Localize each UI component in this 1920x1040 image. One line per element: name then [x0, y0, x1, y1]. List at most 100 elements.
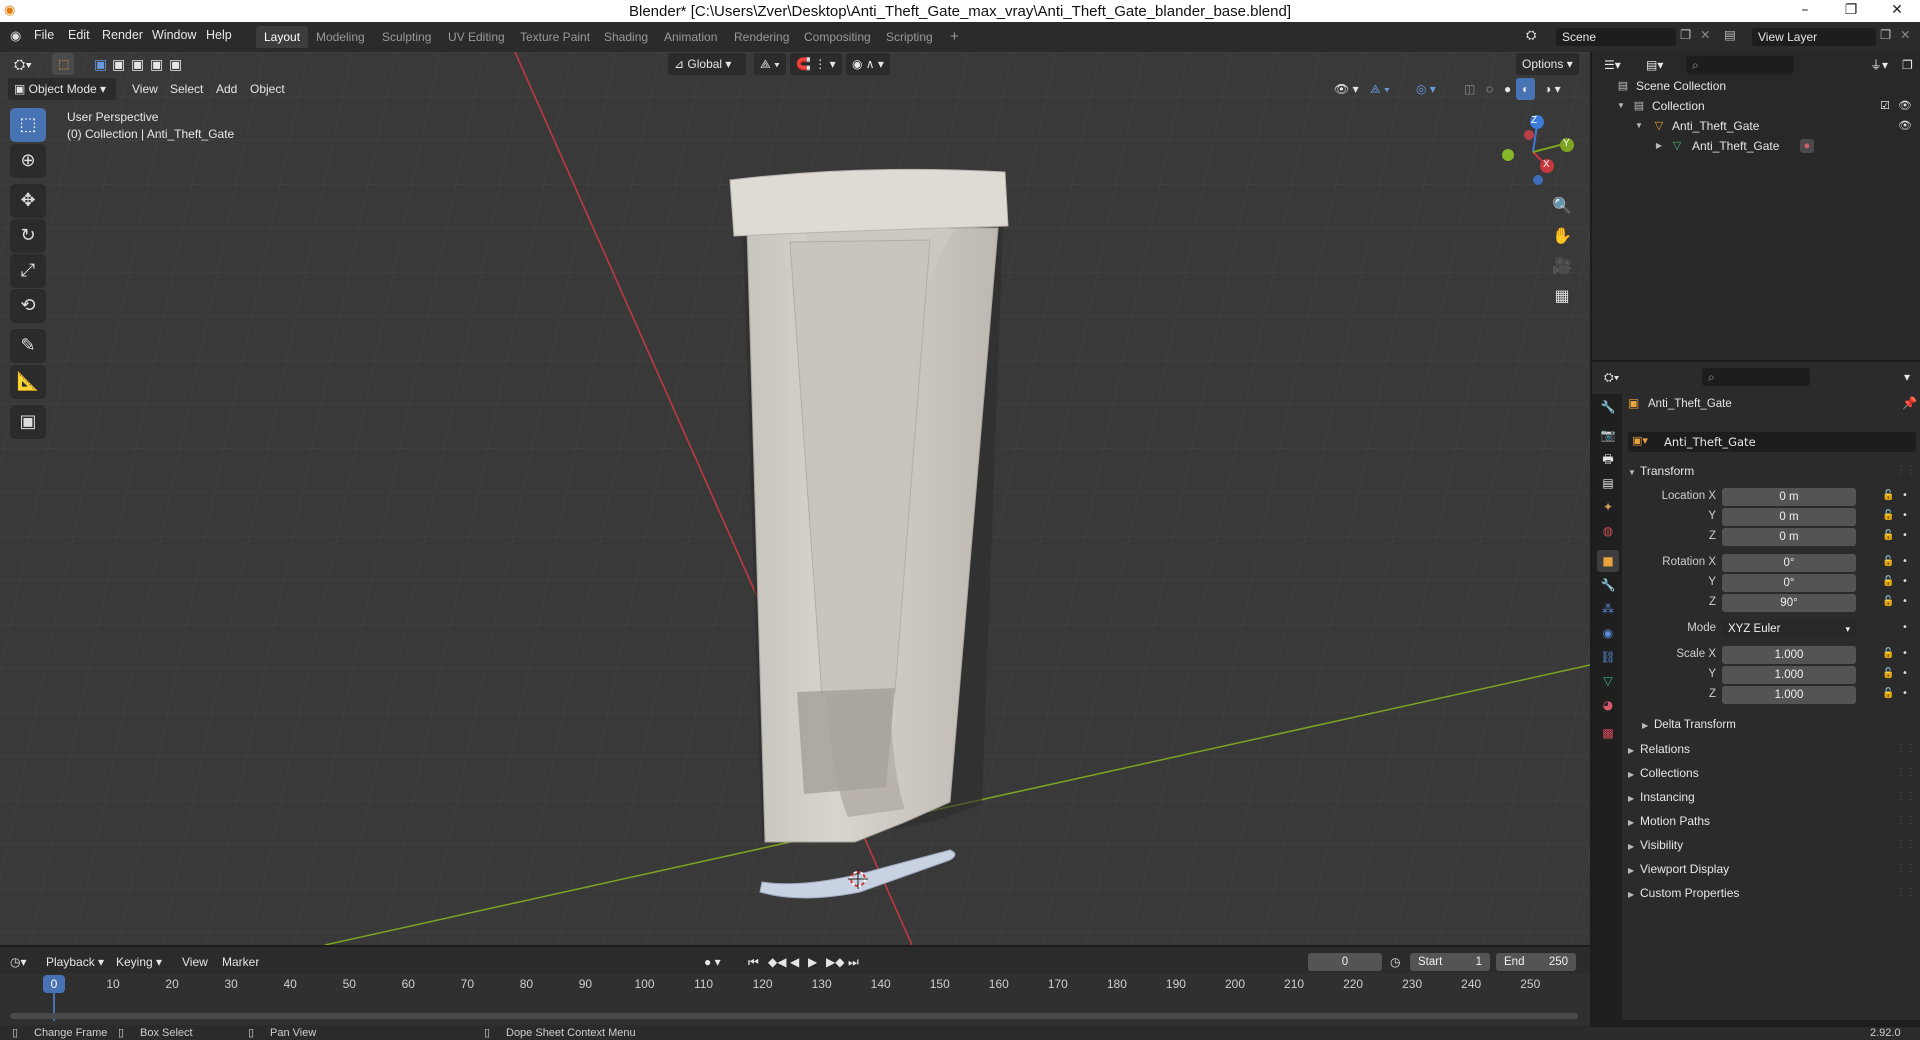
- output-tab-icon[interactable]: 🖶: [1597, 448, 1619, 470]
- scale-tool-icon[interactable]: ⤢: [10, 254, 46, 288]
- menu-view[interactable]: View: [126, 78, 164, 100]
- orientation-dropdown[interactable]: ⊿ Global ▾: [668, 53, 746, 75]
- new-scene-icon[interactable]: ❐: [1680, 27, 1691, 42]
- tab-scripting[interactable]: Scripting: [878, 26, 941, 48]
- rotation-z-field[interactable]: 90°: [1722, 594, 1856, 612]
- outliner-row-object[interactable]: ▼ ▽ Anti_Theft_Gate 👁: [1592, 116, 1920, 136]
- move-tool-icon[interactable]: ✥: [10, 184, 46, 218]
- material-preview-shading-icon[interactable]: ◐: [1516, 78, 1536, 100]
- outliner-row-mesh[interactable]: ▶ ▽ Anti_Theft_Gate ●: [1592, 136, 1920, 156]
- ortho-grid-icon[interactable]: ▦: [1548, 282, 1576, 310]
- menu-object[interactable]: Object: [244, 78, 291, 100]
- lock-icon[interactable]: 🔓: [1882, 510, 1894, 521]
- delta-transform-subpanel[interactable]: ▶ Delta Transform: [1642, 714, 1916, 736]
- zoom-icon[interactable]: 🔍: [1548, 192, 1576, 220]
- display-mode-icon[interactable]: ▤▾: [1640, 54, 1669, 76]
- scale-x-field[interactable]: 1.000: [1722, 646, 1856, 664]
- view-layer-field[interactable]: View Layer: [1752, 28, 1876, 46]
- outliner-row-scene-collection[interactable]: ▤ Scene Collection: [1592, 76, 1920, 96]
- scene-tab-icon[interactable]: ✦: [1597, 496, 1619, 518]
- keyframe-dot-icon[interactable]: •: [1902, 688, 1908, 699]
- menu-edit[interactable]: Edit: [68, 28, 90, 42]
- rotate-tool-icon[interactable]: ↻: [10, 219, 46, 253]
- menu-add[interactable]: Add: [210, 78, 243, 100]
- camera-view-icon[interactable]: 🎥: [1548, 252, 1576, 280]
- outliner-editor-type-icon[interactable]: ☰▾: [1598, 54, 1627, 76]
- keyframe-dot-icon[interactable]: •: [1902, 648, 1908, 659]
- solid-shading-icon[interactable]: ●: [1498, 78, 1517, 100]
- blender-menu-icon[interactable]: ◉: [10, 28, 21, 44]
- render-tab-icon[interactable]: 📷: [1597, 424, 1619, 446]
- expand-arrow-icon[interactable]: ▼: [1632, 119, 1646, 133]
- pan-hand-icon[interactable]: ✋: [1548, 222, 1576, 250]
- delete-scene-icon[interactable]: ✕: [1700, 27, 1710, 42]
- visibility-panel-header[interactable]: ▶ Visibility ⋮⋮: [1628, 834, 1916, 856]
- visibility-eye-icon[interactable]: 👁: [1898, 99, 1912, 113]
- keyframe-dot-icon[interactable]: •: [1902, 622, 1908, 633]
- keyframe-dot-icon[interactable]: •: [1902, 490, 1908, 501]
- cursor-tool-icon[interactable]: ⊕: [10, 144, 46, 178]
- properties-search-input[interactable]: ⌕: [1702, 368, 1810, 386]
- keyframe-dot-icon[interactable]: •: [1902, 596, 1908, 607]
- menu-timeline-view[interactable]: View: [182, 953, 208, 971]
- tab-compositing[interactable]: Compositing: [796, 26, 879, 48]
- visibility-selectability-icon[interactable]: 👁 ▾: [1328, 78, 1365, 100]
- tab-modeling[interactable]: Modeling: [308, 26, 373, 48]
- drag-grip-icon[interactable]: ⋮⋮: [1896, 810, 1916, 832]
- lock-icon[interactable]: 🔓: [1882, 576, 1894, 587]
- tab-shading[interactable]: Shading: [596, 26, 656, 48]
- keyframe-dot-icon[interactable]: •: [1902, 530, 1908, 541]
- drag-grip-icon[interactable]: ⋮⋮: [1896, 762, 1916, 784]
- scale-z-field[interactable]: 1.000: [1722, 686, 1856, 704]
- scene-field[interactable]: Scene: [1556, 28, 1676, 46]
- object-tab-icon[interactable]: ■: [1597, 550, 1619, 572]
- menu-help[interactable]: Help: [206, 28, 232, 42]
- jump-end-icon[interactable]: ⏭: [848, 953, 859, 971]
- rotation-x-field[interactable]: 0°: [1722, 554, 1856, 572]
- tab-uv-editing[interactable]: UV Editing: [440, 26, 513, 48]
- new-collection-icon[interactable]: ❐: [1896, 54, 1919, 76]
- collapse-arrow-icon[interactable]: ▶: [1652, 139, 1666, 153]
- keyframe-dot-icon[interactable]: •: [1902, 556, 1908, 567]
- menu-select[interactable]: Select: [164, 78, 209, 100]
- drag-grip-icon[interactable]: ⋮⋮: [1896, 882, 1916, 904]
- scale-y-field[interactable]: 1.000: [1722, 666, 1856, 684]
- play-icon[interactable]: ▶: [808, 953, 817, 971]
- lock-icon[interactable]: 🔓: [1882, 668, 1894, 679]
- tab-layout[interactable]: Layout: [256, 26, 309, 48]
- particles-tab-icon[interactable]: ⁂: [1597, 598, 1619, 620]
- lock-icon[interactable]: 🔓: [1882, 648, 1894, 659]
- wireframe-shading-icon[interactable]: ◌: [1480, 78, 1499, 100]
- proportional-editing-icon[interactable]: ◉ ∧ ▾: [846, 53, 890, 75]
- 3d-viewport[interactable]: Z X Y User Perspective (0) Collection | …: [0, 52, 1590, 945]
- lock-icon[interactable]: 🔓: [1882, 688, 1894, 699]
- current-frame-field[interactable]: 0: [1308, 953, 1382, 971]
- motion-paths-panel-header[interactable]: ▶ Motion Paths ⋮⋮: [1628, 810, 1916, 832]
- tool-select-icon[interactable]: ⬚: [52, 53, 74, 75]
- material-tab-icon[interactable]: ◕: [1597, 694, 1619, 716]
- keyframe-dot-icon[interactable]: •: [1902, 668, 1908, 679]
- tab-texture-paint[interactable]: Texture Paint: [512, 26, 598, 48]
- view-layer-icon[interactable]: ▤: [1724, 27, 1736, 42]
- delete-view-layer-icon[interactable]: ✕: [1900, 27, 1910, 42]
- collections-panel-header[interactable]: ▶ Collections ⋮⋮: [1628, 762, 1916, 784]
- rotation-mode-dropdown[interactable]: XYZ Euler ▾: [1722, 620, 1856, 638]
- tab-animation[interactable]: Animation: [656, 26, 725, 48]
- add-cube-tool-icon[interactable]: ▣: [10, 405, 46, 439]
- keyframe-dot-icon[interactable]: •: [1902, 510, 1908, 521]
- lock-icon[interactable]: 🔓: [1882, 490, 1894, 501]
- annotate-tool-icon[interactable]: ✎: [10, 329, 46, 363]
- mesh-data-tab-icon[interactable]: ▽: [1597, 670, 1619, 692]
- mode-dropdown[interactable]: ▣ Object Mode ▾: [8, 78, 116, 100]
- drag-grip-icon[interactable]: ⋮⋮: [1896, 738, 1916, 760]
- preview-range-icon[interactable]: ◷: [1390, 953, 1400, 971]
- tab-sculpting[interactable]: Sculpting: [374, 26, 439, 48]
- menu-playback[interactable]: Playback ▾: [46, 953, 104, 971]
- physics-tab-icon[interactable]: ◉: [1597, 622, 1619, 644]
- rotation-y-field[interactable]: 0°: [1722, 574, 1856, 592]
- snap-icon[interactable]: 🧲 ⋮ ▾: [790, 53, 842, 75]
- visibility-eye-icon[interactable]: 👁: [1898, 119, 1912, 133]
- keyframe-dot-icon[interactable]: •: [1902, 576, 1908, 587]
- play-reverse-icon[interactable]: ◀: [790, 953, 799, 971]
- gizmos-icon[interactable]: ⟁ ▾: [1364, 78, 1396, 100]
